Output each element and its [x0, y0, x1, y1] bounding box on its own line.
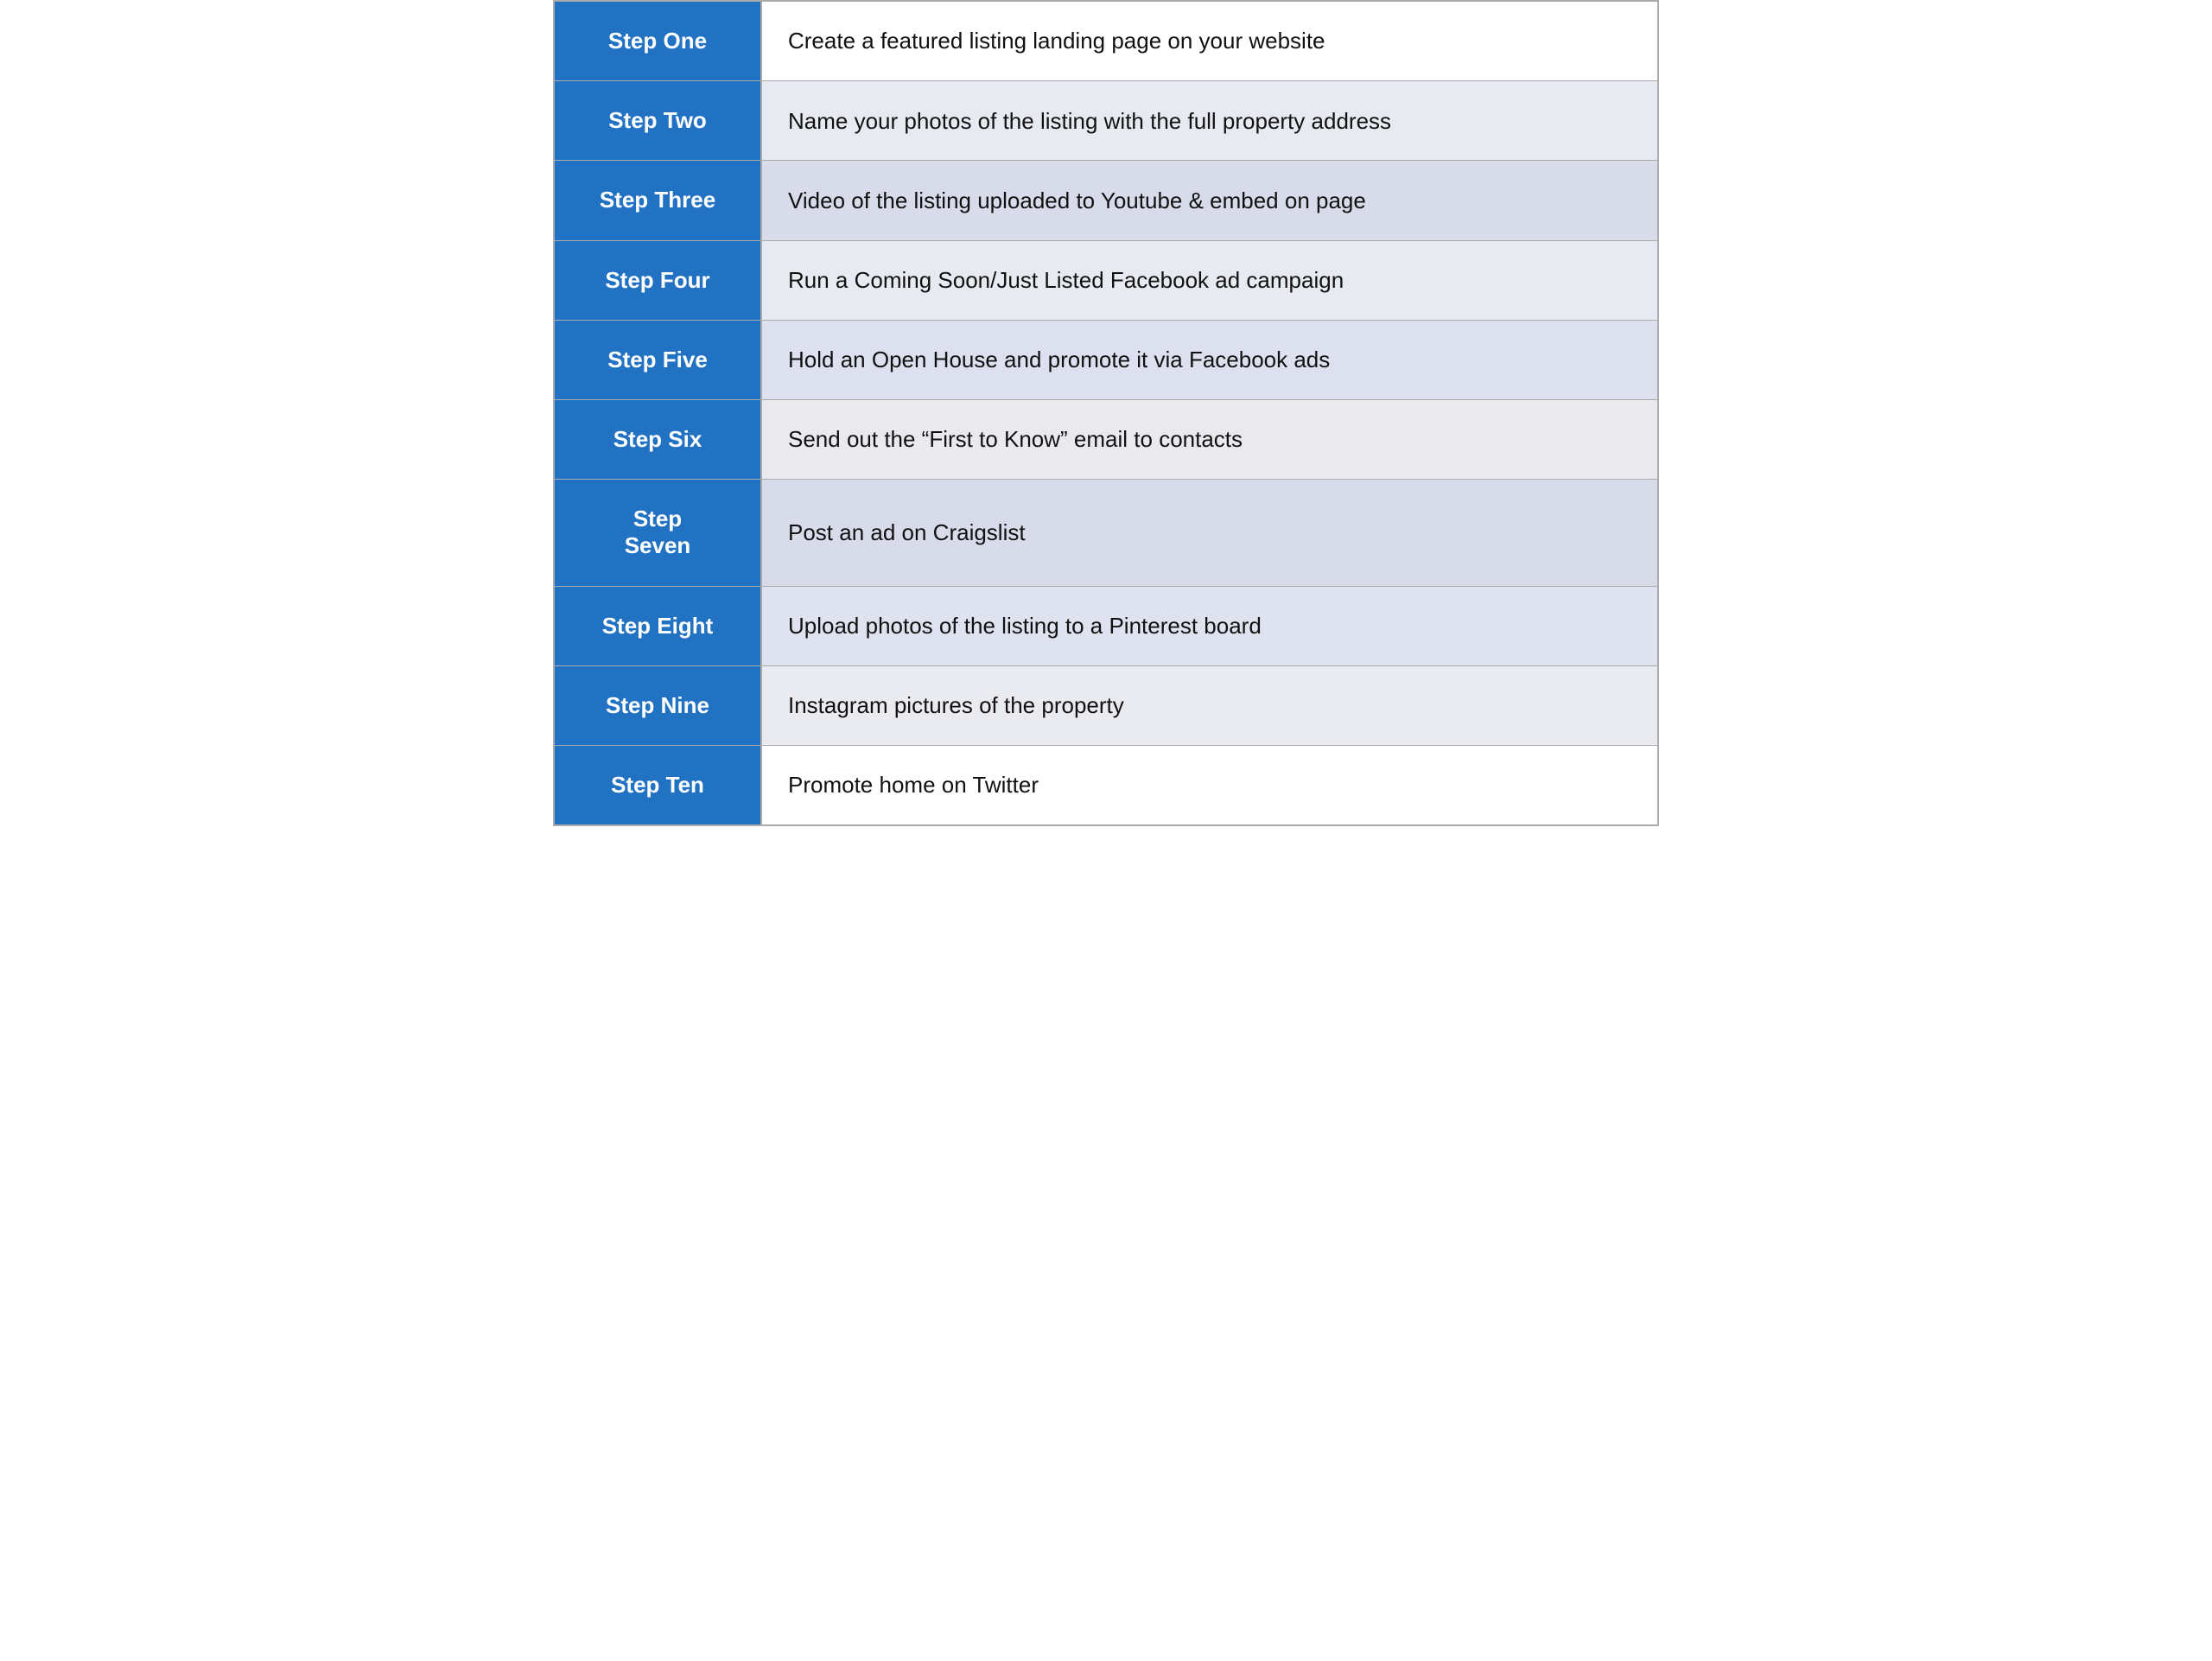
step-cell-6: Step Seven [555, 480, 762, 585]
step-label-7: Step Eight [602, 613, 714, 640]
table-row: Step Two Name your photos of the listing … [555, 81, 1657, 161]
steps-table: Step One Create a featured listing landin… [553, 0, 1659, 826]
step-label-2: Step Three [600, 187, 715, 213]
step-label-9: Step Ten [611, 772, 704, 799]
step-cell-1: Step Two [555, 81, 762, 160]
table-row: Step Nine Instagram pictures of the prope… [555, 666, 1657, 746]
step-cell-9: Step Ten [555, 746, 762, 824]
step-label-6: Step Seven [625, 506, 691, 559]
step-cell-2: Step Three [555, 161, 762, 239]
content-cell-8: Instagram pictures of the property [762, 666, 1657, 745]
step-label-8: Step Nine [606, 692, 709, 719]
content-cell-4: Hold an Open House and promote it via Fa… [762, 321, 1657, 399]
content-cell-2: Video of the listing uploaded to Youtube… [762, 161, 1657, 239]
table-row: Step Six Send out the “First to Know” ema… [555, 400, 1657, 480]
step-label-3: Step Four [605, 267, 709, 294]
step-label-0: Step One [608, 28, 707, 54]
step-label-1: Step Two [608, 107, 707, 134]
table-row: Step One Create a featured listing landin… [555, 2, 1657, 81]
content-cell-6: Post an ad on Craigslist [762, 480, 1657, 585]
content-cell-9: Promote home on Twitter [762, 746, 1657, 824]
step-cell-3: Step Four [555, 241, 762, 320]
table-row: Step Four Run a Coming Soon/Just Listed F… [555, 241, 1657, 321]
content-cell-7: Upload photos of the listing to a Pinter… [762, 587, 1657, 665]
step-cell-4: Step Five [555, 321, 762, 399]
table-row: Step Seven Post an ad on Craigslist [555, 480, 1657, 586]
step-cell-7: Step Eight [555, 587, 762, 665]
table-row: Step Ten Promote home on Twitter [555, 746, 1657, 824]
step-cell-0: Step One [555, 2, 762, 80]
content-cell-0: Create a featured listing landing page o… [762, 2, 1657, 80]
step-label-5: Step Six [613, 426, 702, 453]
content-cell-1: Name your photos of the listing with the… [762, 81, 1657, 160]
table-row: Step Eight Upload photos of the listing t… [555, 587, 1657, 666]
content-cell-5: Send out the “First to Know” email to co… [762, 400, 1657, 479]
step-cell-8: Step Nine [555, 666, 762, 745]
table-row: Step Five Hold an Open House and promote … [555, 321, 1657, 400]
step-label-4: Step Five [607, 347, 708, 373]
content-cell-3: Run a Coming Soon/Just Listed Facebook a… [762, 241, 1657, 320]
step-cell-5: Step Six [555, 400, 762, 479]
table-row: Step Three Video of the listing uploaded … [555, 161, 1657, 240]
